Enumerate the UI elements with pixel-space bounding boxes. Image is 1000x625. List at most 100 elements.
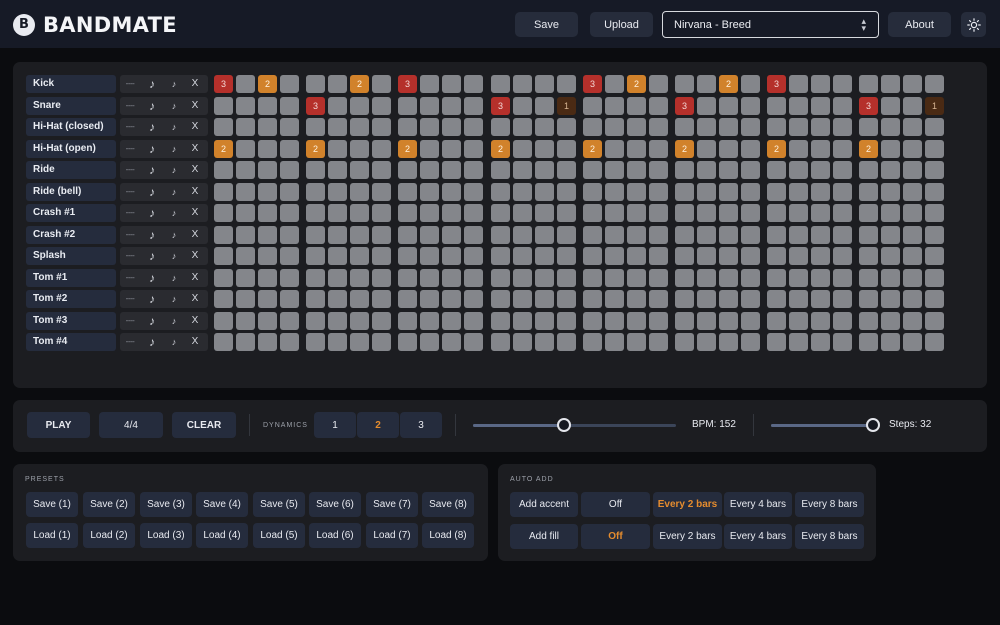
step-cell[interactable]: 2 [859,139,878,158]
step-cell[interactable] [859,182,878,201]
step-cell[interactable] [398,311,417,330]
step-cell[interactable] [627,268,646,287]
step-cell[interactable] [583,96,602,115]
step-cell[interactable]: 2 [627,75,646,93]
step-cell[interactable] [280,247,299,265]
step-cell[interactable] [697,268,716,287]
clear-pattern-button[interactable]: ---- [121,290,139,308]
step-cell[interactable] [306,204,325,222]
step-cell[interactable] [903,268,922,287]
step-cell[interactable] [280,290,299,308]
accent-option-every-4-bars[interactable]: Every 4 bars [724,492,792,517]
step-cell[interactable] [833,204,852,222]
save-preset-button-4[interactable]: Save (4) [196,492,248,517]
step-cell[interactable] [557,182,576,201]
step-cell[interactable] [741,139,760,158]
step-cell[interactable] [328,96,347,115]
step-cell[interactable] [328,139,347,158]
step-cell[interactable] [258,290,277,308]
step-cell[interactable] [280,118,299,136]
step-cell[interactable] [649,118,668,136]
step-cell[interactable] [789,75,808,93]
step-cell[interactable] [535,311,554,330]
step-cell[interactable]: 3 [767,75,786,93]
step-cell[interactable] [372,139,391,158]
load-preset-button-2[interactable]: Load (2) [83,523,135,548]
mute-row-button[interactable]: X [187,161,203,179]
step-cell[interactable] [627,247,646,265]
song-select[interactable]: Nirvana - Breed ▴ ▾ [662,11,879,38]
step-cell[interactable] [557,75,576,93]
step-cell[interactable] [903,225,922,244]
step-cell[interactable] [649,139,668,158]
step-cell[interactable] [442,311,461,330]
step-cell[interactable] [925,290,944,308]
step-cell[interactable] [767,204,786,222]
step-cell[interactable] [236,225,255,244]
mute-row-button[interactable]: X [187,75,203,93]
step-cell[interactable] [833,96,852,115]
step-cell[interactable] [697,118,716,136]
step-cell[interactable] [372,204,391,222]
step-cell[interactable] [649,96,668,115]
step-cell[interactable]: 2 [491,139,510,158]
step-cell[interactable] [464,311,483,330]
save-preset-button-2[interactable]: Save (2) [83,492,135,517]
step-cell[interactable] [767,247,786,265]
step-cell[interactable] [350,225,369,244]
step-cell[interactable] [719,268,738,287]
step-cell[interactable] [719,204,738,222]
bpm-slider[interactable] [473,418,676,432]
step-cell[interactable] [214,182,233,201]
step-cell[interactable] [328,182,347,201]
step-cell[interactable] [881,118,900,136]
step-cell[interactable] [328,225,347,244]
step-cell[interactable] [372,225,391,244]
step-cell[interactable] [513,268,532,287]
steps-slider[interactable] [771,418,880,432]
step-cell[interactable] [328,268,347,287]
step-cell[interactable] [306,118,325,136]
mute-row-button[interactable]: X [187,226,203,244]
step-cell[interactable] [236,290,255,308]
step-cell[interactable] [811,268,830,287]
step-cell[interactable] [350,333,369,351]
step-cell[interactable] [464,333,483,351]
step-cell[interactable] [280,75,299,93]
step-cell[interactable] [464,204,483,222]
step-cell[interactable] [833,182,852,201]
step-cell[interactable] [719,118,738,136]
step-cell[interactable] [306,161,325,179]
step-cell[interactable] [697,75,716,93]
instrument-label[interactable]: Crash #1 [26,204,116,222]
sixteenth-note-icon[interactable]: ♪ [166,333,182,351]
step-cell[interactable] [881,204,900,222]
step-cell[interactable] [214,333,233,351]
eighth-note-icon[interactable]: ♪ [144,333,160,351]
step-cell[interactable] [741,75,760,93]
instrument-label[interactable]: Snare [26,96,116,115]
step-cell[interactable] [811,204,830,222]
step-cell[interactable]: 2 [350,75,369,93]
step-cell[interactable] [350,247,369,265]
step-cell[interactable] [214,96,233,115]
step-cell[interactable] [583,161,602,179]
step-cell[interactable] [491,225,510,244]
step-cell[interactable] [214,247,233,265]
step-cell[interactable] [741,96,760,115]
step-cell[interactable] [372,182,391,201]
step-cell[interactable]: 3 [214,75,233,93]
step-cell[interactable] [236,182,255,201]
step-cell[interactable] [649,247,668,265]
mute-row-button[interactable]: X [187,204,203,222]
step-cell[interactable] [789,182,808,201]
step-cell[interactable] [442,139,461,158]
step-cell[interactable] [258,161,277,179]
step-cell[interactable] [719,96,738,115]
step-cell[interactable] [306,333,325,351]
step-cell[interactable] [741,247,760,265]
step-cell[interactable] [649,290,668,308]
step-cell[interactable] [789,204,808,222]
step-cell[interactable] [491,75,510,93]
step-cell[interactable] [398,247,417,265]
